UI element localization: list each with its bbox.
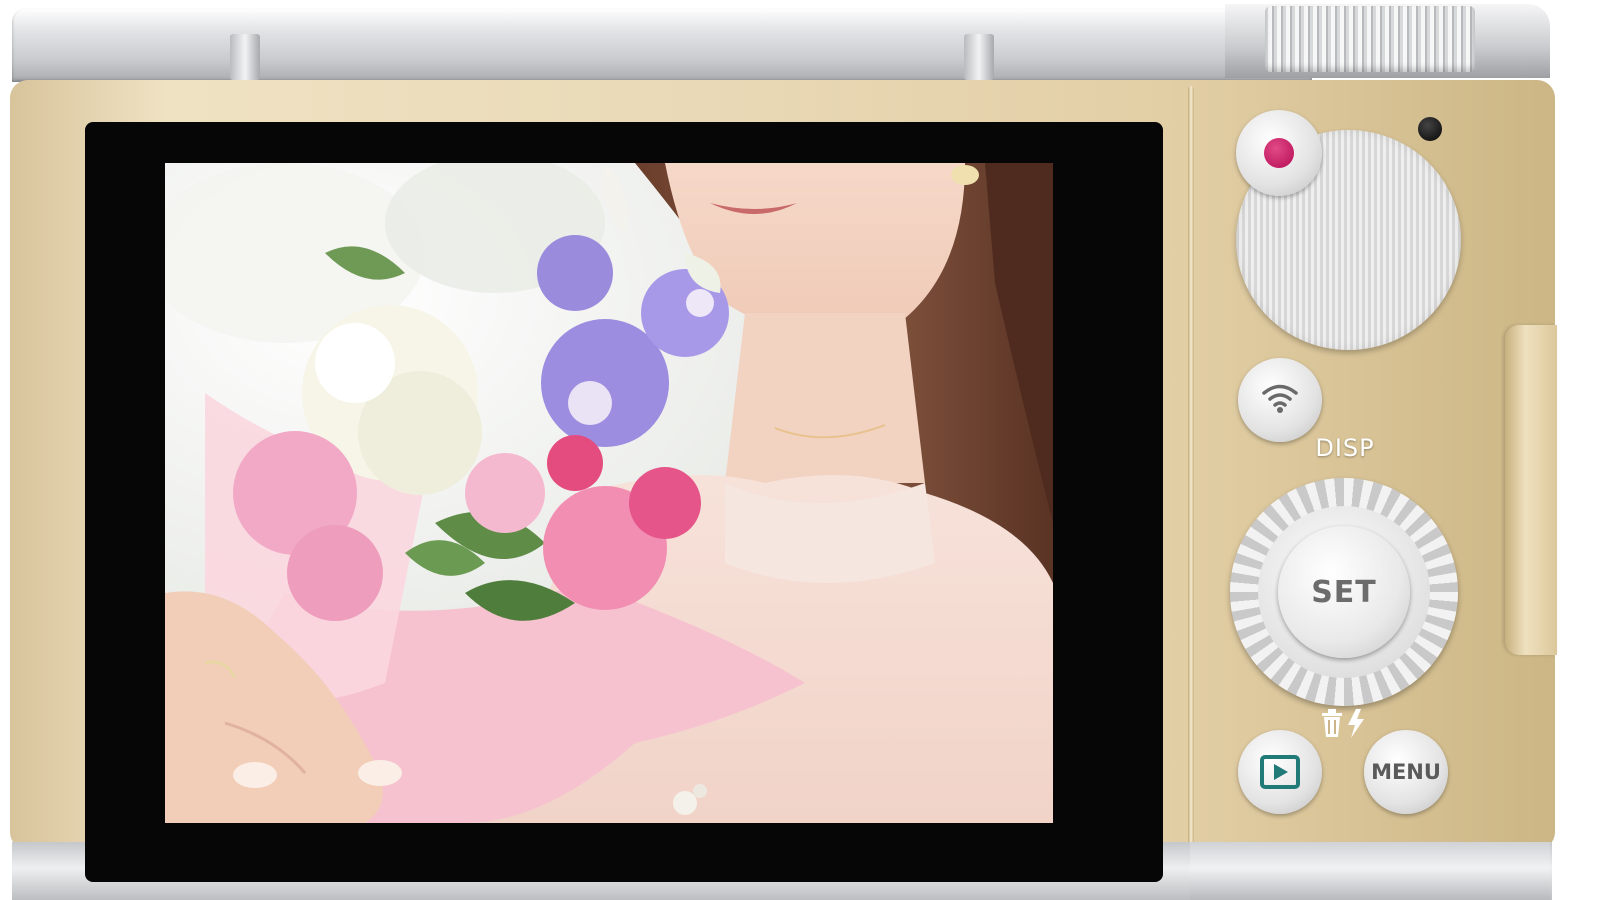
disp-label: DISP <box>1315 434 1375 462</box>
zoom-ring[interactable] <box>1265 6 1475 72</box>
wifi-icon <box>1262 384 1298 413</box>
preview-photo-illustration <box>165 163 1053 823</box>
camera-bottom-right-plate <box>1190 842 1550 900</box>
lcd-preview-photo <box>165 163 1053 823</box>
strap-lug-right <box>964 34 994 80</box>
wifi-button[interactable] <box>1238 358 1322 442</box>
playback-button[interactable] <box>1238 730 1322 814</box>
record-button[interactable] <box>1236 110 1322 196</box>
set-button[interactable]: SET <box>1278 526 1410 658</box>
strap-lug-left <box>230 34 260 80</box>
trash-flash-icon <box>1322 709 1364 738</box>
indicator-lamp <box>1418 117 1442 141</box>
menu-button[interactable]: MENU <box>1364 730 1448 814</box>
flash-icon <box>1348 709 1364 738</box>
grip-divider <box>1188 86 1194 846</box>
playback-icon <box>1260 755 1300 789</box>
side-door[interactable] <box>1505 325 1557 655</box>
record-dot-icon <box>1264 138 1294 168</box>
trash-icon <box>1322 709 1342 737</box>
camera-top-plate <box>12 8 1312 82</box>
